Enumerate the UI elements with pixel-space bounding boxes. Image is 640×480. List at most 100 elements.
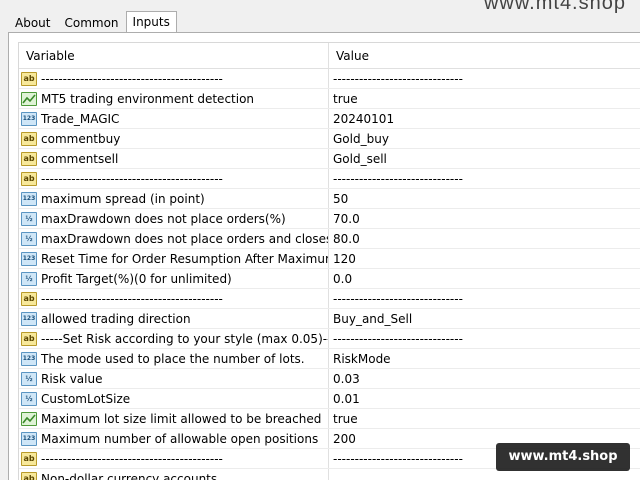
table-row[interactable]: ab --------------------------------------…	[19, 289, 640, 309]
variable-value[interactable]: Buy_and_Sell	[333, 312, 412, 326]
table-row[interactable]: ab commentsell Gold_sell	[19, 149, 640, 169]
variable-value[interactable]: 50	[333, 192, 348, 206]
variable-value[interactable]: 20240101	[333, 112, 394, 126]
table-row[interactable]: ab -----Set Risk according to your style …	[19, 329, 640, 349]
value-cell[interactable]: ------------------------------	[329, 169, 640, 188]
double-type-icon: ½	[21, 231, 37, 246]
value-cell[interactable]: 80.0	[329, 229, 640, 248]
value-cell[interactable]: ------------------------------	[329, 69, 640, 88]
column-header-variable[interactable]: Variable	[19, 43, 329, 68]
string-type-icon: ab	[21, 71, 37, 86]
variable-cell: 123 allowed trading direction	[19, 309, 329, 328]
double-type-icon: ½	[21, 211, 37, 226]
variable-name: maxDrawdown does not place orders and cl…	[41, 231, 329, 246]
variable-cell: Maximum lot size limit allowed to be bre…	[19, 409, 329, 428]
double-type-icon: ½	[21, 391, 37, 406]
grid-header: Variable Value	[19, 43, 640, 69]
variable-name: ----------------------------------------…	[41, 451, 223, 466]
tab-inputs[interactable]: Inputs	[125, 11, 177, 33]
variable-value[interactable]: 0.01	[333, 392, 360, 406]
value-cell[interactable]: 0.0	[329, 269, 640, 288]
value-cell[interactable]: ------------------------------	[329, 289, 640, 308]
variable-cell: ab commentbuy	[19, 129, 329, 148]
string-type-icon: ab	[21, 331, 37, 346]
value-cell[interactable]: 20240101	[329, 109, 640, 128]
integer-type-icon: 123	[21, 191, 37, 206]
table-row[interactable]: ½ CustomLotSize 0.01	[19, 389, 640, 409]
variable-value[interactable]: true	[333, 92, 358, 106]
variable-value[interactable]: ------------------------------	[333, 452, 463, 466]
variable-cell: 123 Reset Time for Order Resumption After…	[19, 249, 329, 268]
table-row[interactable]: 123 Trade_MAGIC 20240101	[19, 109, 640, 129]
table-row[interactable]: 123 Reset Time for Order Resumption After…	[19, 249, 640, 269]
value-cell[interactable]: Gold_sell	[329, 149, 640, 168]
variable-cell: ½ maxDrawdown does not place orders and c…	[19, 229, 329, 248]
variable-name: maxDrawdown does not place orders(%)	[41, 211, 286, 226]
value-cell[interactable]: RiskMode	[329, 349, 640, 368]
table-row[interactable]: MT5 trading environment detection true	[19, 89, 640, 109]
variable-value[interactable]: ------------------------------	[333, 292, 463, 306]
variable-cell: ½ Profit Target(%)(0 for unlimited)	[19, 269, 329, 288]
variable-value[interactable]: ------------------------------	[333, 72, 463, 86]
variable-name: Maximum lot size limit allowed to be bre…	[41, 411, 322, 426]
variable-name: Trade_MAGIC	[41, 111, 120, 126]
variable-value[interactable]: Gold_buy	[333, 132, 389, 146]
variable-value[interactable]: 0.03	[333, 372, 360, 386]
value-cell[interactable]: 0.01	[329, 389, 640, 408]
table-row[interactable]: ab --------------------------------------…	[19, 69, 640, 89]
variable-cell: ab -----Set Risk according to your style …	[19, 329, 329, 348]
string-type-icon: ab	[21, 451, 37, 466]
variable-value[interactable]: 120	[333, 252, 356, 266]
variable-value[interactable]: true	[333, 412, 358, 426]
tab-about[interactable]: About	[8, 12, 57, 32]
bool-type-icon	[21, 411, 37, 426]
table-row[interactable]: 123 allowed trading direction Buy_and_Sell	[19, 309, 640, 329]
variable-cell: 123 Maximum number of allowable open posi…	[19, 429, 329, 448]
double-type-icon: ½	[21, 371, 37, 386]
variable-value[interactable]: Gold_sell	[333, 152, 387, 166]
variable-name: Profit Target(%)(0 for unlimited)	[41, 271, 232, 286]
value-cell[interactable]: Buy_and_Sell	[329, 309, 640, 328]
variable-name: Non-dollar currency accounts.	[41, 471, 221, 480]
variable-name: Reset Time for Order Resumption After Ma…	[41, 251, 329, 266]
table-row[interactable]: ½ Profit Target(%)(0 for unlimited) 0.0	[19, 269, 640, 289]
value-cell[interactable]: 0.03	[329, 369, 640, 388]
variable-value[interactable]: ------------------------------	[333, 332, 463, 346]
variable-name: -----Set Risk according to your style (m…	[41, 331, 329, 346]
string-type-icon: ab	[21, 131, 37, 146]
variable-cell: 123 Trade_MAGIC	[19, 109, 329, 128]
table-row[interactable]: ½ maxDrawdown does not place orders(%) 70.…	[19, 209, 640, 229]
value-cell[interactable]: 70.0	[329, 209, 640, 228]
variable-name: commentbuy	[41, 131, 121, 146]
variable-name: commentsell	[41, 151, 119, 166]
variable-value[interactable]: 80.0	[333, 232, 360, 246]
value-cell[interactable]: true	[329, 89, 640, 108]
variable-value[interactable]: 70.0	[333, 212, 360, 226]
variable-name: ----------------------------------------…	[41, 171, 223, 186]
integer-type-icon: 123	[21, 431, 37, 446]
variable-value[interactable]: ------------------------------	[333, 172, 463, 186]
variable-cell: 123 maximum spread (in point)	[19, 189, 329, 208]
table-row[interactable]: 123 maximum spread (in point) 50	[19, 189, 640, 209]
variable-value[interactable]: 0.0	[333, 272, 352, 286]
tab-common[interactable]: Common	[57, 12, 125, 32]
table-row[interactable]: ½ Risk value 0.03	[19, 369, 640, 389]
variable-cell: ½ Risk value	[19, 369, 329, 388]
value-cell[interactable]: ------------------------------	[329, 329, 640, 348]
table-row[interactable]: ab --------------------------------------…	[19, 169, 640, 189]
table-row[interactable]: Maximum lot size limit allowed to be bre…	[19, 409, 640, 429]
value-cell[interactable]: 120	[329, 249, 640, 268]
table-row[interactable]: 123 The mode used to place the number of …	[19, 349, 640, 369]
table-row[interactable]: ab commentbuy Gold_buy	[19, 129, 640, 149]
variable-value[interactable]: RiskMode	[333, 352, 391, 366]
integer-type-icon: 123	[21, 351, 37, 366]
string-type-icon: ab	[21, 151, 37, 166]
variable-cell: ½ maxDrawdown does not place orders(%)	[19, 209, 329, 228]
value-cell[interactable]: true	[329, 409, 640, 428]
variable-value[interactable]: 200	[333, 432, 356, 446]
table-row[interactable]: ½ maxDrawdown does not place orders and c…	[19, 229, 640, 249]
watermark-top: www.mt4.shop	[483, 0, 626, 14]
value-cell[interactable]: Gold_buy	[329, 129, 640, 148]
column-header-value[interactable]: Value	[329, 43, 640, 68]
value-cell[interactable]: 50	[329, 189, 640, 208]
